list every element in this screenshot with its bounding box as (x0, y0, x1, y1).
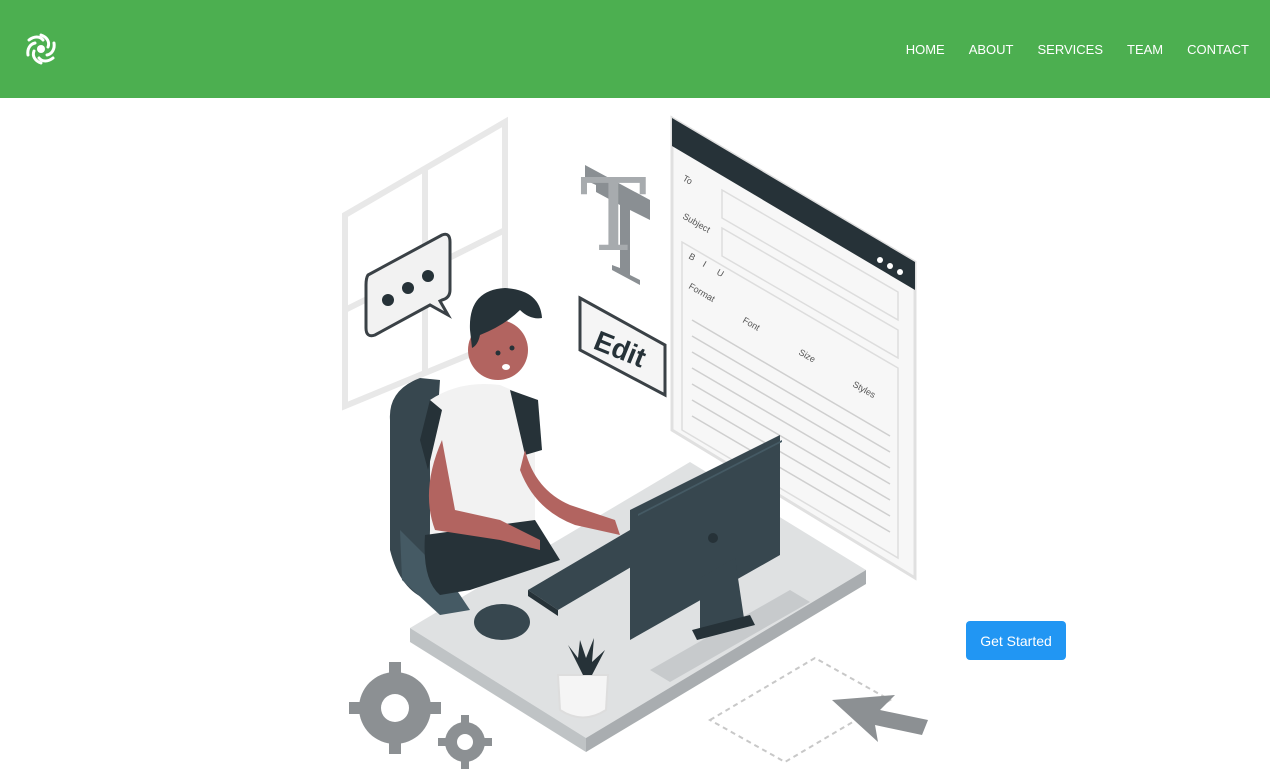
mouse (474, 604, 530, 640)
main-nav: HOME ABOUT SERVICES TEAM CONTACT (906, 0, 1249, 98)
edit-sign: Edit (578, 295, 667, 398)
nav-home[interactable]: HOME (906, 42, 945, 57)
nav-contact[interactable]: CONTACT (1187, 42, 1249, 57)
gear-small-icon (438, 715, 492, 769)
logo-icon[interactable] (23, 31, 59, 67)
nav-services[interactable]: SERVICES (1037, 42, 1103, 57)
navbar: HOME ABOUT SERVICES TEAM CONTACT (0, 0, 1270, 98)
hero-illustration: T Edit To Subject B I U Format Font Size… (342, 115, 928, 769)
gear-large-icon (349, 662, 441, 754)
get-started-button[interactable]: Get Started (966, 621, 1066, 660)
nav-about[interactable]: ABOUT (969, 42, 1014, 57)
chat-bubble-icon (364, 232, 452, 338)
letter-t: T (580, 157, 647, 274)
letter-t-graphic: T (580, 157, 650, 285)
nav-team[interactable]: TEAM (1127, 42, 1163, 57)
cursor-arrow-icon (832, 695, 928, 742)
